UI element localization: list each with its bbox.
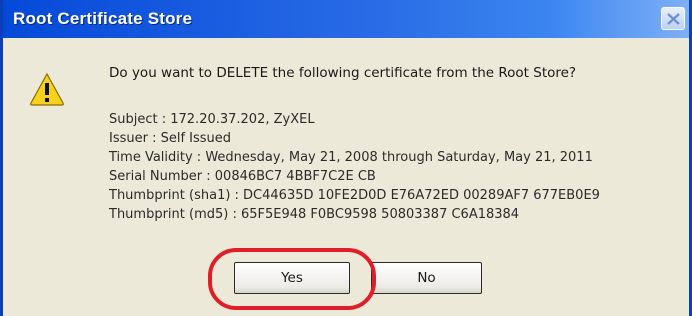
no-button[interactable]: No	[371, 262, 482, 294]
subject-line: Subject : 172.20.37.202, ZyXEL	[109, 112, 315, 127]
window-title: Root Certificate Store	[13, 9, 193, 28]
close-icon	[667, 13, 680, 25]
validity-line: Time Validity : Wednesday, May 21, 2008 …	[109, 150, 593, 165]
thumbprint-sha1-line: Thumbprint (sha1) : DC44635D 10FE2D0D E7…	[109, 188, 600, 203]
serial-number-line: Serial Number : 00846BC7 4BBF7C2E CB	[109, 169, 376, 184]
warning-icon	[30, 72, 64, 106]
thumbprint-md5-line: Thumbprint (md5) : 65F5E948 F0BC9598 508…	[109, 207, 520, 222]
title-bar[interactable]: Root Certificate Store	[3, 0, 689, 38]
confirmation-question: Do you want to DELETE the following cert…	[109, 65, 577, 81]
red-highlight-circle	[208, 248, 376, 310]
close-button[interactable]	[661, 7, 685, 30]
issuer-line: Issuer : Self Issued	[109, 131, 232, 146]
certificate-details: Subject : 172.20.37.202, ZyXEL Issuer : …	[109, 110, 600, 224]
certificate-dialog: Root Certificate Store Do you want to DE…	[0, 0, 692, 316]
